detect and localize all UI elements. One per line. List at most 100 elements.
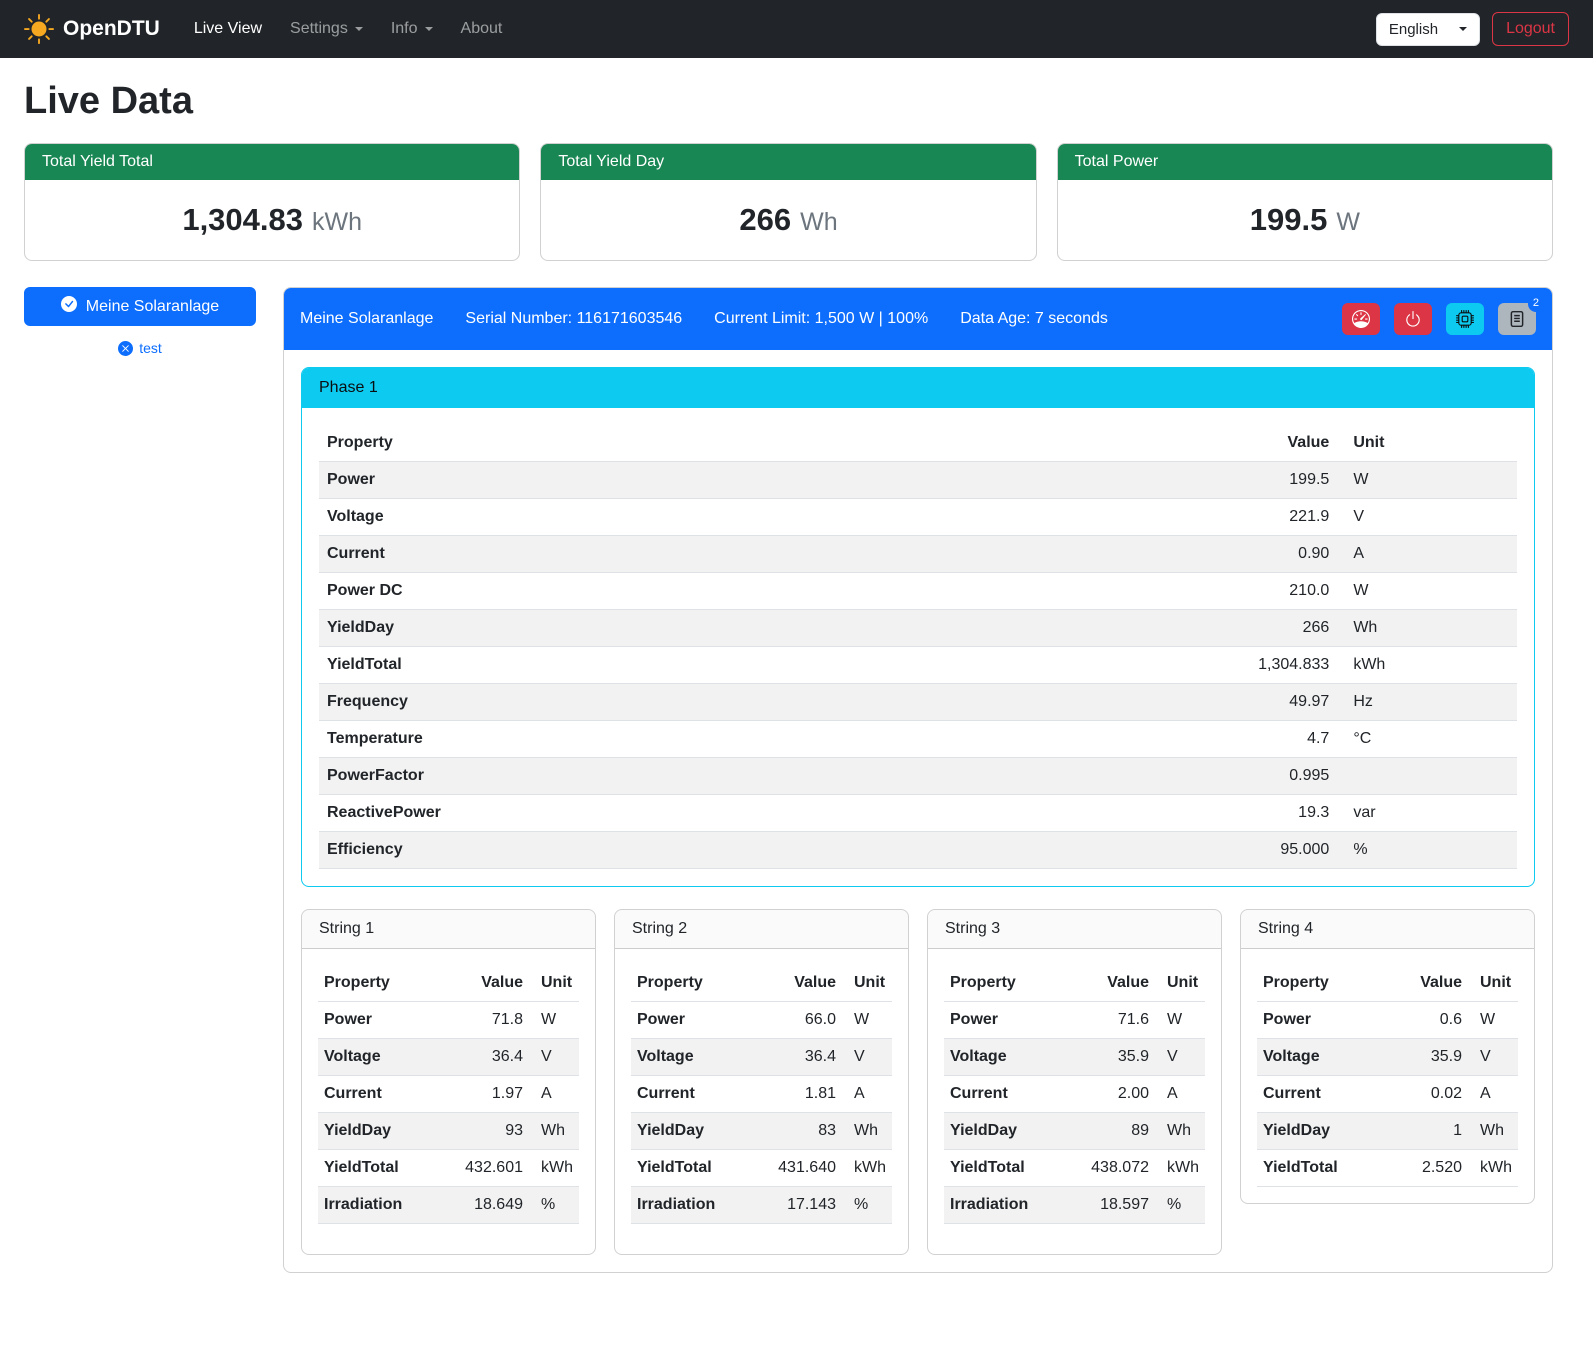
table-row: Power0.6W bbox=[1257, 1002, 1518, 1039]
column-header-property: Property bbox=[1257, 965, 1387, 1002]
value-cell: 66.0 bbox=[750, 1002, 842, 1039]
page-content: Live Data Total Yield Total 1,304.83kWh … bbox=[0, 58, 1593, 1301]
device-info-button[interactable] bbox=[1446, 303, 1484, 335]
unit-cell: W bbox=[1337, 462, 1517, 499]
property-cell: Current bbox=[318, 1076, 437, 1113]
property-cell: YieldDay bbox=[319, 610, 1074, 647]
value-cell: 0.02 bbox=[1387, 1076, 1468, 1113]
summary-card-value: 1,304.83 bbox=[182, 202, 303, 237]
property-cell: YieldDay bbox=[1257, 1113, 1387, 1150]
value-cell: 49.97 bbox=[1074, 684, 1338, 721]
value-cell: 2.00 bbox=[1063, 1076, 1155, 1113]
string-card: String 2 Property Value Unit Power66.0WV… bbox=[614, 909, 909, 1255]
value-cell: 18.597 bbox=[1063, 1187, 1155, 1224]
table-row: YieldDay93Wh bbox=[318, 1113, 579, 1150]
unit-cell: kWh bbox=[1155, 1150, 1205, 1187]
event-log-button[interactable]: 2 bbox=[1498, 303, 1536, 335]
table-row: Current1.97A bbox=[318, 1076, 579, 1113]
table-row: Power DC210.0W bbox=[319, 573, 1517, 610]
column-header-value: Value bbox=[750, 965, 842, 1002]
power-button[interactable] bbox=[1394, 303, 1432, 335]
table-row: Power71.6W bbox=[944, 1002, 1205, 1039]
property-cell: Current bbox=[1257, 1076, 1387, 1113]
check-circle-icon bbox=[61, 296, 77, 317]
value-cell: 1,304.833 bbox=[1074, 647, 1338, 684]
phase-title: Phase 1 bbox=[302, 368, 1534, 408]
brand-label: OpenDTU bbox=[63, 17, 160, 41]
nav-item-about[interactable]: About bbox=[449, 12, 515, 46]
column-header-value: Value bbox=[437, 965, 529, 1002]
table-row: Irradiation18.649% bbox=[318, 1187, 579, 1224]
table-row: YieldTotal432.601kWh bbox=[318, 1150, 579, 1187]
property-cell: Voltage bbox=[944, 1039, 1063, 1076]
unit-cell: A bbox=[1468, 1076, 1518, 1113]
value-cell: 36.4 bbox=[437, 1039, 529, 1076]
journal-icon bbox=[1508, 310, 1526, 328]
property-cell: Power DC bbox=[319, 573, 1074, 610]
serial-number: Serial Number: 116171603546 bbox=[465, 310, 682, 328]
inverter-sidebar: Meine Solaranlage test bbox=[24, 287, 256, 356]
unit-cell: kWh bbox=[529, 1150, 579, 1187]
inverter-item-test[interactable]: test bbox=[24, 340, 256, 356]
navbar-right: English Logout bbox=[1376, 12, 1569, 46]
value-cell: 35.9 bbox=[1063, 1039, 1155, 1076]
string-title-label: String 2 bbox=[632, 920, 687, 937]
table-row: Temperature4.7°C bbox=[319, 721, 1517, 758]
inverter-select-button[interactable]: Meine Solaranlage bbox=[24, 287, 256, 326]
table-row: Current0.02A bbox=[1257, 1076, 1518, 1113]
table-row: Current0.90A bbox=[319, 536, 1517, 573]
unit-cell: Hz bbox=[1337, 684, 1517, 721]
inverter-action-buttons: 2 bbox=[1342, 303, 1536, 335]
property-cell: YieldTotal bbox=[319, 647, 1074, 684]
brand-link[interactable]: OpenDTU bbox=[24, 14, 160, 44]
table-row: YieldDay83Wh bbox=[631, 1113, 892, 1150]
property-cell: Temperature bbox=[319, 721, 1074, 758]
property-cell: Frequency bbox=[319, 684, 1074, 721]
summary-card-unit: Wh bbox=[800, 208, 838, 236]
unit-cell: W bbox=[1337, 573, 1517, 610]
unit-cell: % bbox=[1155, 1187, 1205, 1224]
nav-item-info[interactable]: Info bbox=[379, 12, 445, 46]
summary-card-value: 266 bbox=[739, 202, 791, 237]
property-cell: YieldTotal bbox=[944, 1150, 1063, 1187]
nav-item-settings[interactable]: Settings bbox=[278, 12, 375, 46]
column-header-property: Property bbox=[631, 965, 750, 1002]
logout-button[interactable]: Logout bbox=[1492, 12, 1569, 46]
table-row: ReactivePower19.3var bbox=[319, 795, 1517, 832]
unit-cell bbox=[1337, 758, 1517, 795]
chevron-down-icon bbox=[425, 27, 433, 31]
value-cell: 199.5 bbox=[1074, 462, 1338, 499]
summary-card-title: Total Power bbox=[1058, 144, 1552, 180]
total-power-card: Total Power 199.5W bbox=[1057, 143, 1553, 261]
property-cell: Power bbox=[319, 462, 1074, 499]
value-cell: 18.649 bbox=[437, 1187, 529, 1224]
property-cell: YieldTotal bbox=[631, 1150, 750, 1187]
property-cell: YieldTotal bbox=[1257, 1150, 1387, 1187]
unit-cell: W bbox=[1468, 1002, 1518, 1039]
table-row: YieldTotal431.640kWh bbox=[631, 1150, 892, 1187]
summary-card-title: Total Yield Day bbox=[541, 144, 1035, 180]
column-header-unit: Unit bbox=[1337, 425, 1517, 462]
limit-settings-button[interactable] bbox=[1342, 303, 1380, 335]
unit-cell: V bbox=[1155, 1039, 1205, 1076]
unit-cell: Wh bbox=[1337, 610, 1517, 647]
language-select[interactable]: English bbox=[1376, 13, 1480, 46]
unit-cell: % bbox=[529, 1187, 579, 1224]
nav-item-label: Settings bbox=[290, 20, 348, 37]
string-card-header: String 3 bbox=[928, 910, 1221, 949]
table-row: YieldDay1Wh bbox=[1257, 1113, 1518, 1150]
value-cell: 71.6 bbox=[1063, 1002, 1155, 1039]
table-row: YieldDay266Wh bbox=[319, 610, 1517, 647]
table-row: Voltage36.4V bbox=[318, 1039, 579, 1076]
string-card: String 1 Property Value Unit Power71.8WV… bbox=[301, 909, 596, 1255]
nav-item-live-view[interactable]: Live View bbox=[182, 12, 274, 46]
sun-logo-icon bbox=[24, 14, 54, 44]
table-header-row: Property Value Unit bbox=[1257, 965, 1518, 1002]
string-title-label: String 4 bbox=[1258, 920, 1313, 937]
summary-card-unit: W bbox=[1336, 208, 1360, 236]
property-cell: YieldDay bbox=[318, 1113, 437, 1150]
summary-cards: Total Yield Total 1,304.83kWh Total Yiel… bbox=[24, 143, 1553, 261]
string-table: Property Value Unit Power71.6WVoltage35.… bbox=[944, 965, 1205, 1224]
column-header-unit: Unit bbox=[842, 965, 892, 1002]
property-cell: Power bbox=[944, 1002, 1063, 1039]
